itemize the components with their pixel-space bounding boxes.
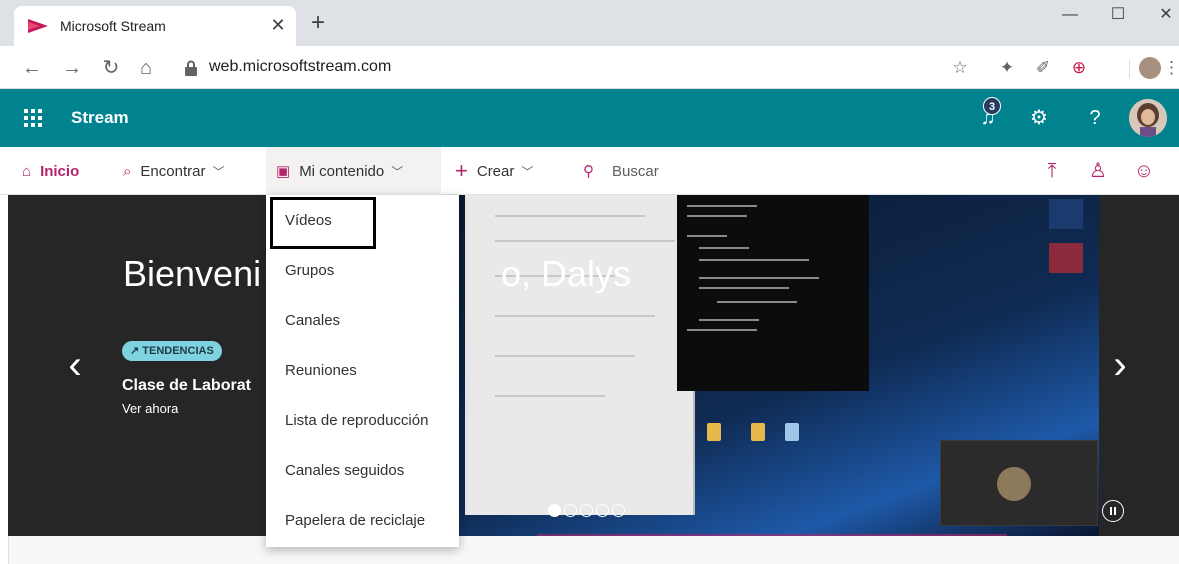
minimize-icon[interactable]: — [1050, 4, 1090, 26]
upload-icon[interactable]: ⤒ [1040, 159, 1064, 183]
dropdown-item-groups[interactable]: Grupos [266, 247, 459, 295]
folder-icon [751, 423, 765, 441]
nav-search[interactable]: ⚲ Buscar [583, 147, 659, 195]
stream-nav-bar: ⌂ Inicio ⌕ Encontrar ﹀ ▣ Mi contenido ﹀ … [0, 147, 1179, 195]
carousel-dot[interactable] [548, 504, 561, 517]
dropdown-item-videos[interactable]: Vídeos [266, 197, 459, 245]
forward-icon[interactable]: → [60, 56, 84, 80]
dropdown-item-followed-channels[interactable]: Canales seguidos [266, 447, 459, 495]
browser-toolbar: ← → ↻ ⌂ web.microsoftstream.com ☆ ✦ ✐ ⊕ … [0, 46, 1179, 89]
folder-icon [707, 423, 721, 441]
nav-discover[interactable]: ⌕ Encontrar ﹀ [123, 147, 224, 195]
chevron-down-icon: ﹀ [391, 164, 404, 179]
invite-user-icon[interactable]: ♙ [1086, 159, 1110, 183]
my-content-icon: ▣ [276, 163, 291, 180]
nav-create[interactable]: + Crear ﹀ [455, 147, 533, 195]
hero-video-title[interactable]: Clase de Laborat [122, 377, 251, 395]
hero-title: Bienveni [123, 253, 261, 295]
feedback-smiley-icon[interactable]: ☺ [1132, 159, 1156, 183]
plus-icon: + [455, 158, 468, 183]
hero-carousel: Bienveni o, Dalys ↗ TENDENCIAS Clase de … [8, 195, 1179, 536]
trending-icon: ↗ [130, 345, 143, 357]
back-icon[interactable]: ← [20, 56, 44, 80]
nav-home[interactable]: ⌂ Inicio [22, 147, 79, 195]
app-launcher-icon[interactable] [24, 109, 42, 127]
browser-menu-icon[interactable]: ⋮ [1163, 57, 1179, 79]
nav-home-label: Inicio [40, 162, 80, 180]
brand-name[interactable]: Stream [71, 108, 129, 128]
stream-logo-icon [28, 19, 48, 33]
hero-title-right-text: o, Dalys [501, 253, 632, 294]
hero-video-thumbnail[interactable] [459, 195, 1099, 536]
carousel-next-icon[interactable]: › [1105, 345, 1135, 385]
settings-gear-icon[interactable]: ⚙ [1026, 105, 1052, 131]
carousel-pause-icon[interactable] [1102, 500, 1124, 522]
thumbnail-tile [1049, 243, 1083, 273]
browser-tab-strip: Microsoft Stream ✕ + — ☐ ✕ [0, 0, 1179, 46]
thumbnail-tile [1049, 199, 1083, 229]
lock-icon [185, 60, 197, 76]
folder-icon [785, 423, 799, 441]
extension-pen-icon[interactable]: ✐ [1032, 57, 1054, 79]
carousel-dots [548, 504, 625, 517]
notification-count-badge: 3 [983, 97, 1001, 115]
carousel-dot[interactable] [580, 504, 593, 517]
thumbnail-call-avatar [997, 467, 1031, 501]
stream-header: Stream ♫ 3 ⚙ ? [0, 89, 1179, 147]
dropdown-item-channels[interactable]: Canales [266, 297, 459, 345]
carousel-dot[interactable] [612, 504, 625, 517]
nav-my-content-label: Mi contenido [299, 162, 385, 180]
tab-close-icon[interactable]: ✕ [268, 15, 288, 35]
discover-icon: ⌕ [123, 162, 132, 180]
extension-download-icon[interactable]: ⊕ [1068, 57, 1090, 79]
trending-badge: ↗ TENDENCIAS [122, 341, 222, 361]
thumbnail-document [465, 195, 695, 515]
toolbar-separator [1129, 60, 1130, 78]
trending-label: TENDENCIAS [142, 345, 214, 357]
chevron-down-icon: ﹀ [212, 164, 225, 179]
browser-tab[interactable]: Microsoft Stream ✕ [14, 6, 296, 46]
hero-title-right: o, Dalys [501, 253, 631, 295]
address-bar[interactable]: web.microsoftstream.com [209, 58, 391, 76]
close-window-icon[interactable]: ✕ [1146, 4, 1179, 26]
home-icon: ⌂ [22, 162, 32, 180]
carousel-dot[interactable] [596, 504, 609, 517]
nav-my-content[interactable]: ▣ Mi contenido ﹀ [266, 147, 441, 195]
dropdown-item-playlists[interactable]: Lista de reproducción [266, 397, 459, 445]
carousel-previous-icon[interactable]: ‹ [60, 345, 90, 385]
nav-search-label: Buscar [612, 162, 659, 180]
user-avatar[interactable] [1129, 99, 1167, 137]
carousel-dot[interactable] [564, 504, 577, 517]
extension-puzzle-icon[interactable]: ✦ [996, 57, 1018, 79]
search-icon: ⚲ [583, 163, 594, 180]
help-icon[interactable]: ? [1082, 105, 1108, 131]
bookmark-star-icon[interactable]: ☆ [949, 57, 971, 79]
page-content-area [8, 536, 1179, 564]
hero-title-left: Bienveni [123, 253, 262, 294]
tab-title: Microsoft Stream [60, 18, 166, 34]
home-icon[interactable]: ⌂ [134, 56, 158, 80]
maximize-icon[interactable]: ☐ [1098, 4, 1138, 26]
thumbnail-call-window [940, 440, 1098, 526]
new-tab-button[interactable]: + [306, 11, 330, 36]
dropdown-item-recycle-bin[interactable]: Papelera de reciclaje [266, 497, 459, 545]
profile-avatar[interactable] [1139, 57, 1161, 79]
dropdown-item-meetings[interactable]: Reuniones [266, 347, 459, 395]
chevron-down-icon: ﹀ [521, 164, 534, 179]
avatar-photo [1129, 99, 1167, 137]
watch-now-link[interactable]: Ver ahora [122, 401, 178, 416]
nav-create-label: Crear [476, 162, 515, 180]
my-content-dropdown: Vídeos Grupos Canales Reuniones Lista de… [266, 195, 459, 547]
reload-icon[interactable]: ↻ [99, 56, 123, 80]
thumbnail-code-window [677, 195, 869, 391]
nav-discover-label: Encontrar [140, 162, 206, 180]
